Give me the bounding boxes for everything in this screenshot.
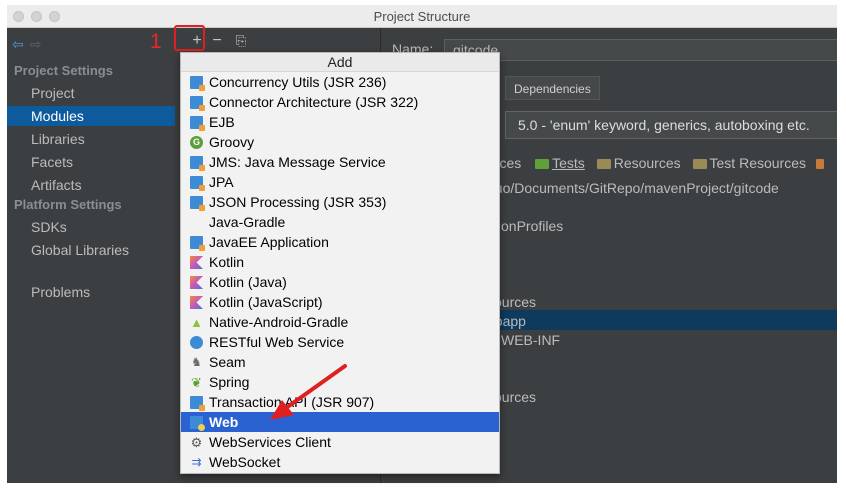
- menu-item-seam[interactable]: ♞ Seam: [181, 352, 499, 372]
- menu-item-groovy[interactable]: G Groovy: [181, 132, 499, 152]
- module-icon: [190, 176, 205, 191]
- module-icon: [190, 76, 205, 91]
- menu-item-native-android-gradle[interactable]: ▲ Native-Android-Gradle: [181, 312, 499, 332]
- platform-settings-heading: Platform Settings: [14, 197, 122, 212]
- forward-arrow-icon[interactable]: ⇨: [30, 36, 42, 52]
- menu-item-restful-web-service[interactable]: RESTful Web Service: [181, 332, 499, 352]
- sidebar-item-problems[interactable]: Problems: [7, 282, 175, 302]
- copy-module-icon[interactable]: ⎘: [232, 32, 250, 50]
- menu-item-concurrency-utils[interactable]: Concurrency Utils (JSR 236): [181, 72, 499, 92]
- sidebar-item-sdks[interactable]: SDKs: [7, 217, 175, 237]
- tests-folder-icon: [535, 159, 550, 169]
- sidebar-item-facets[interactable]: Facets: [7, 152, 175, 172]
- step-1-label: 1: [150, 30, 162, 53]
- sidebar-item-global-libraries[interactable]: Global Libraries: [7, 240, 175, 260]
- module-icon: [190, 96, 205, 111]
- module-icon: [190, 196, 205, 211]
- menu-item-kotlin[interactable]: Kotlin: [181, 252, 499, 272]
- project-settings-heading: Project Settings: [14, 63, 113, 78]
- rest-icon: [190, 336, 203, 349]
- menu-item-json-processing[interactable]: JSON Processing (JSR 353): [181, 192, 499, 212]
- module-icon: [190, 116, 205, 131]
- module-name-field[interactable]: gitcode: [444, 39, 837, 61]
- menu-item-webservices-client[interactable]: ⚙ WebServices Client: [181, 432, 499, 452]
- sidebar-item-libraries[interactable]: Libraries: [7, 129, 175, 149]
- menu-item-connector-architecture[interactable]: Connector Architecture (JSR 322): [181, 92, 499, 112]
- webservices-client-icon: ⚙: [190, 435, 203, 450]
- kotlin-icon: [190, 276, 203, 289]
- seam-icon: ♞: [191, 355, 202, 369]
- add-popup-menu: Add Concurrency Utils (JSR 236) Connecto…: [180, 52, 500, 474]
- kotlin-icon: [190, 296, 203, 309]
- resources-marker[interactable]: Resources: [596, 155, 681, 171]
- menu-item-java-gradle[interactable]: Java-Gradle: [181, 212, 499, 232]
- back-arrow-icon[interactable]: ⇦: [12, 36, 24, 52]
- excluded-folder-icon[interactable]: [815, 159, 824, 169]
- websocket-icon: ⇉: [191, 455, 202, 469]
- sidebar-item-project[interactable]: Project: [7, 83, 175, 103]
- window-title: Project Structure: [373, 9, 471, 24]
- settings-sidebar: ⇦ ⇨ Project Settings Project Modules Libr…: [7, 28, 175, 483]
- menu-item-ejb[interactable]: EJB: [181, 112, 499, 132]
- language-level-select[interactable]: 5.0 - 'enum' keyword, generics, autoboxi…: [505, 111, 837, 139]
- remove-module-button[interactable]: −: [208, 32, 226, 50]
- sidebar-item-artifacts[interactable]: Artifacts: [7, 175, 175, 195]
- menu-item-jms[interactable]: JMS: Java Message Service: [181, 152, 499, 172]
- groovy-icon: G: [190, 136, 203, 149]
- add-button-highlight: [174, 25, 205, 51]
- menu-item-web[interactable]: Web: [181, 412, 499, 432]
- kotlin-icon: [190, 256, 203, 269]
- tree-item-web-inf[interactable]: WEB-INF: [501, 332, 560, 348]
- module-icon: [190, 396, 205, 411]
- menu-item-transaction-api[interactable]: Transaction API (JSR 907): [181, 392, 499, 412]
- web-icon: [190, 416, 205, 431]
- menu-item-jpa[interactable]: JPA: [181, 172, 499, 192]
- title-bar: Project Structure: [7, 5, 837, 28]
- sidebar-item-modules[interactable]: Modules: [7, 106, 175, 126]
- menu-item-kotlin-javascript[interactable]: Kotlin (JavaScript): [181, 292, 499, 312]
- add-menu-header: Add: [181, 53, 499, 72]
- resources-folder-icon: [596, 159, 611, 169]
- menu-item-kotlin-java[interactable]: Kotlin (Java): [181, 272, 499, 292]
- test-resources-marker[interactable]: Test Resources: [692, 155, 806, 171]
- module-icon: [190, 156, 205, 171]
- tab-dependencies[interactable]: Dependencies: [505, 76, 600, 100]
- tests-marker[interactable]: Tests: [535, 155, 585, 171]
- spring-icon: ❦: [191, 375, 202, 390]
- nav-arrows: ⇦ ⇨: [12, 36, 41, 53]
- content-root-path: guo/Documents/GitRepo/mavenProject/gitco…: [487, 180, 779, 196]
- menu-item-javaee-application[interactable]: JavaEE Application: [181, 232, 499, 252]
- module-icon: [190, 236, 205, 251]
- source-types-row: urces Tests Resources Test Resources: [487, 155, 827, 171]
- menu-item-spring[interactable]: ❦ Spring: [181, 372, 499, 392]
- test-resources-folder-icon: [692, 159, 707, 169]
- menu-item-websocket[interactable]: ⇉ WebSocket: [181, 452, 499, 472]
- android-icon: ▲: [190, 315, 203, 330]
